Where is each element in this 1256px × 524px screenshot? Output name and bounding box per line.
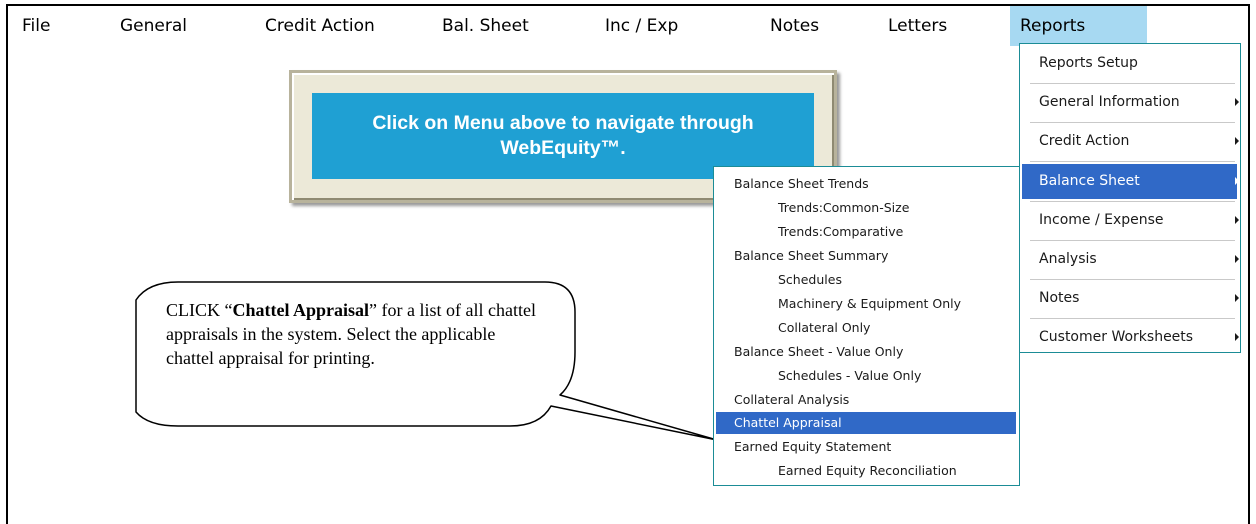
menu-separator xyxy=(1030,240,1235,241)
analysis-item[interactable]: Analysis xyxy=(1022,242,1239,277)
schedules-value-only-item[interactable]: Schedules - Value Only xyxy=(716,365,1016,387)
customer-worksheets-label: Customer Worksheets xyxy=(1039,329,1194,345)
reports-setup-label: Reports Setup xyxy=(1039,55,1138,71)
submenu-arrow-icon xyxy=(1235,216,1239,224)
notes-label: Notes xyxy=(1039,290,1080,306)
balance-sheet-item[interactable]: Balance Sheet xyxy=(1022,164,1239,199)
balance-sheet-trends-item[interactable]: Balance Sheet Trends xyxy=(716,173,1016,195)
reports-dropdown: Reports Setup General Information Credit… xyxy=(1019,43,1241,353)
reports-setup-item[interactable]: Reports Setup xyxy=(1022,46,1237,81)
credit-action-item[interactable]: Credit Action xyxy=(1022,124,1239,159)
balance-sheet-summary-item[interactable]: Balance Sheet Summary xyxy=(716,245,1016,267)
trends-common-size-item[interactable]: Trends:Common-Size xyxy=(716,197,1016,219)
collateral-analysis-item[interactable]: Collateral Analysis xyxy=(716,389,1016,411)
callout-prefix: CLICK “ xyxy=(166,300,233,320)
submenu-arrow-icon xyxy=(1235,294,1239,302)
collateral-only-item[interactable]: Collateral Only xyxy=(716,317,1016,339)
general-information-label: General Information xyxy=(1039,94,1180,110)
schedules-item[interactable]: Schedules xyxy=(716,269,1016,291)
credit-action-label: Credit Action xyxy=(1039,133,1130,149)
callout-text: CLICK “Chattel Appraisal” for a list of … xyxy=(166,298,536,370)
income-expense-item[interactable]: Income / Expense xyxy=(1022,203,1239,238)
chattel-appraisal-item[interactable]: Chattel Appraisal xyxy=(716,412,1016,434)
earned-equity-statement-item[interactable]: Earned Equity Statement xyxy=(716,436,1016,458)
balance-sheet-label: Balance Sheet xyxy=(1039,173,1140,189)
general-information-item[interactable]: General Information xyxy=(1022,85,1239,120)
machinery-equipment-only-item[interactable]: Machinery & Equipment Only xyxy=(716,293,1016,315)
balance-sheet-submenu: Balance Sheet Trends Trends:Common-Size … xyxy=(713,166,1020,486)
menu-separator xyxy=(1030,122,1235,123)
submenu-arrow-icon xyxy=(1235,333,1239,341)
menu-separator xyxy=(1030,161,1235,162)
callout-bold: Chattel Appraisal xyxy=(232,300,370,320)
income-expense-label: Income / Expense xyxy=(1039,212,1164,228)
customer-worksheets-item[interactable]: Customer Worksheets xyxy=(1022,320,1239,355)
submenu-arrow-icon xyxy=(1235,255,1239,263)
analysis-label: Analysis xyxy=(1039,251,1097,267)
balance-sheet-value-only-item[interactable]: Balance Sheet - Value Only xyxy=(716,341,1016,363)
submenu-arrow-icon xyxy=(1235,177,1239,185)
notes-item[interactable]: Notes xyxy=(1022,281,1239,316)
trends-comparative-item[interactable]: Trends:Comparative xyxy=(716,221,1016,243)
menu-separator xyxy=(1030,83,1235,84)
menu-separator xyxy=(1030,201,1235,202)
submenu-arrow-icon xyxy=(1235,98,1239,106)
submenu-arrow-icon xyxy=(1235,137,1239,145)
menu-separator xyxy=(1030,279,1235,280)
earned-equity-reconciliation-item[interactable]: Earned Equity Reconciliation xyxy=(716,460,1016,482)
menu-separator xyxy=(1030,318,1235,319)
